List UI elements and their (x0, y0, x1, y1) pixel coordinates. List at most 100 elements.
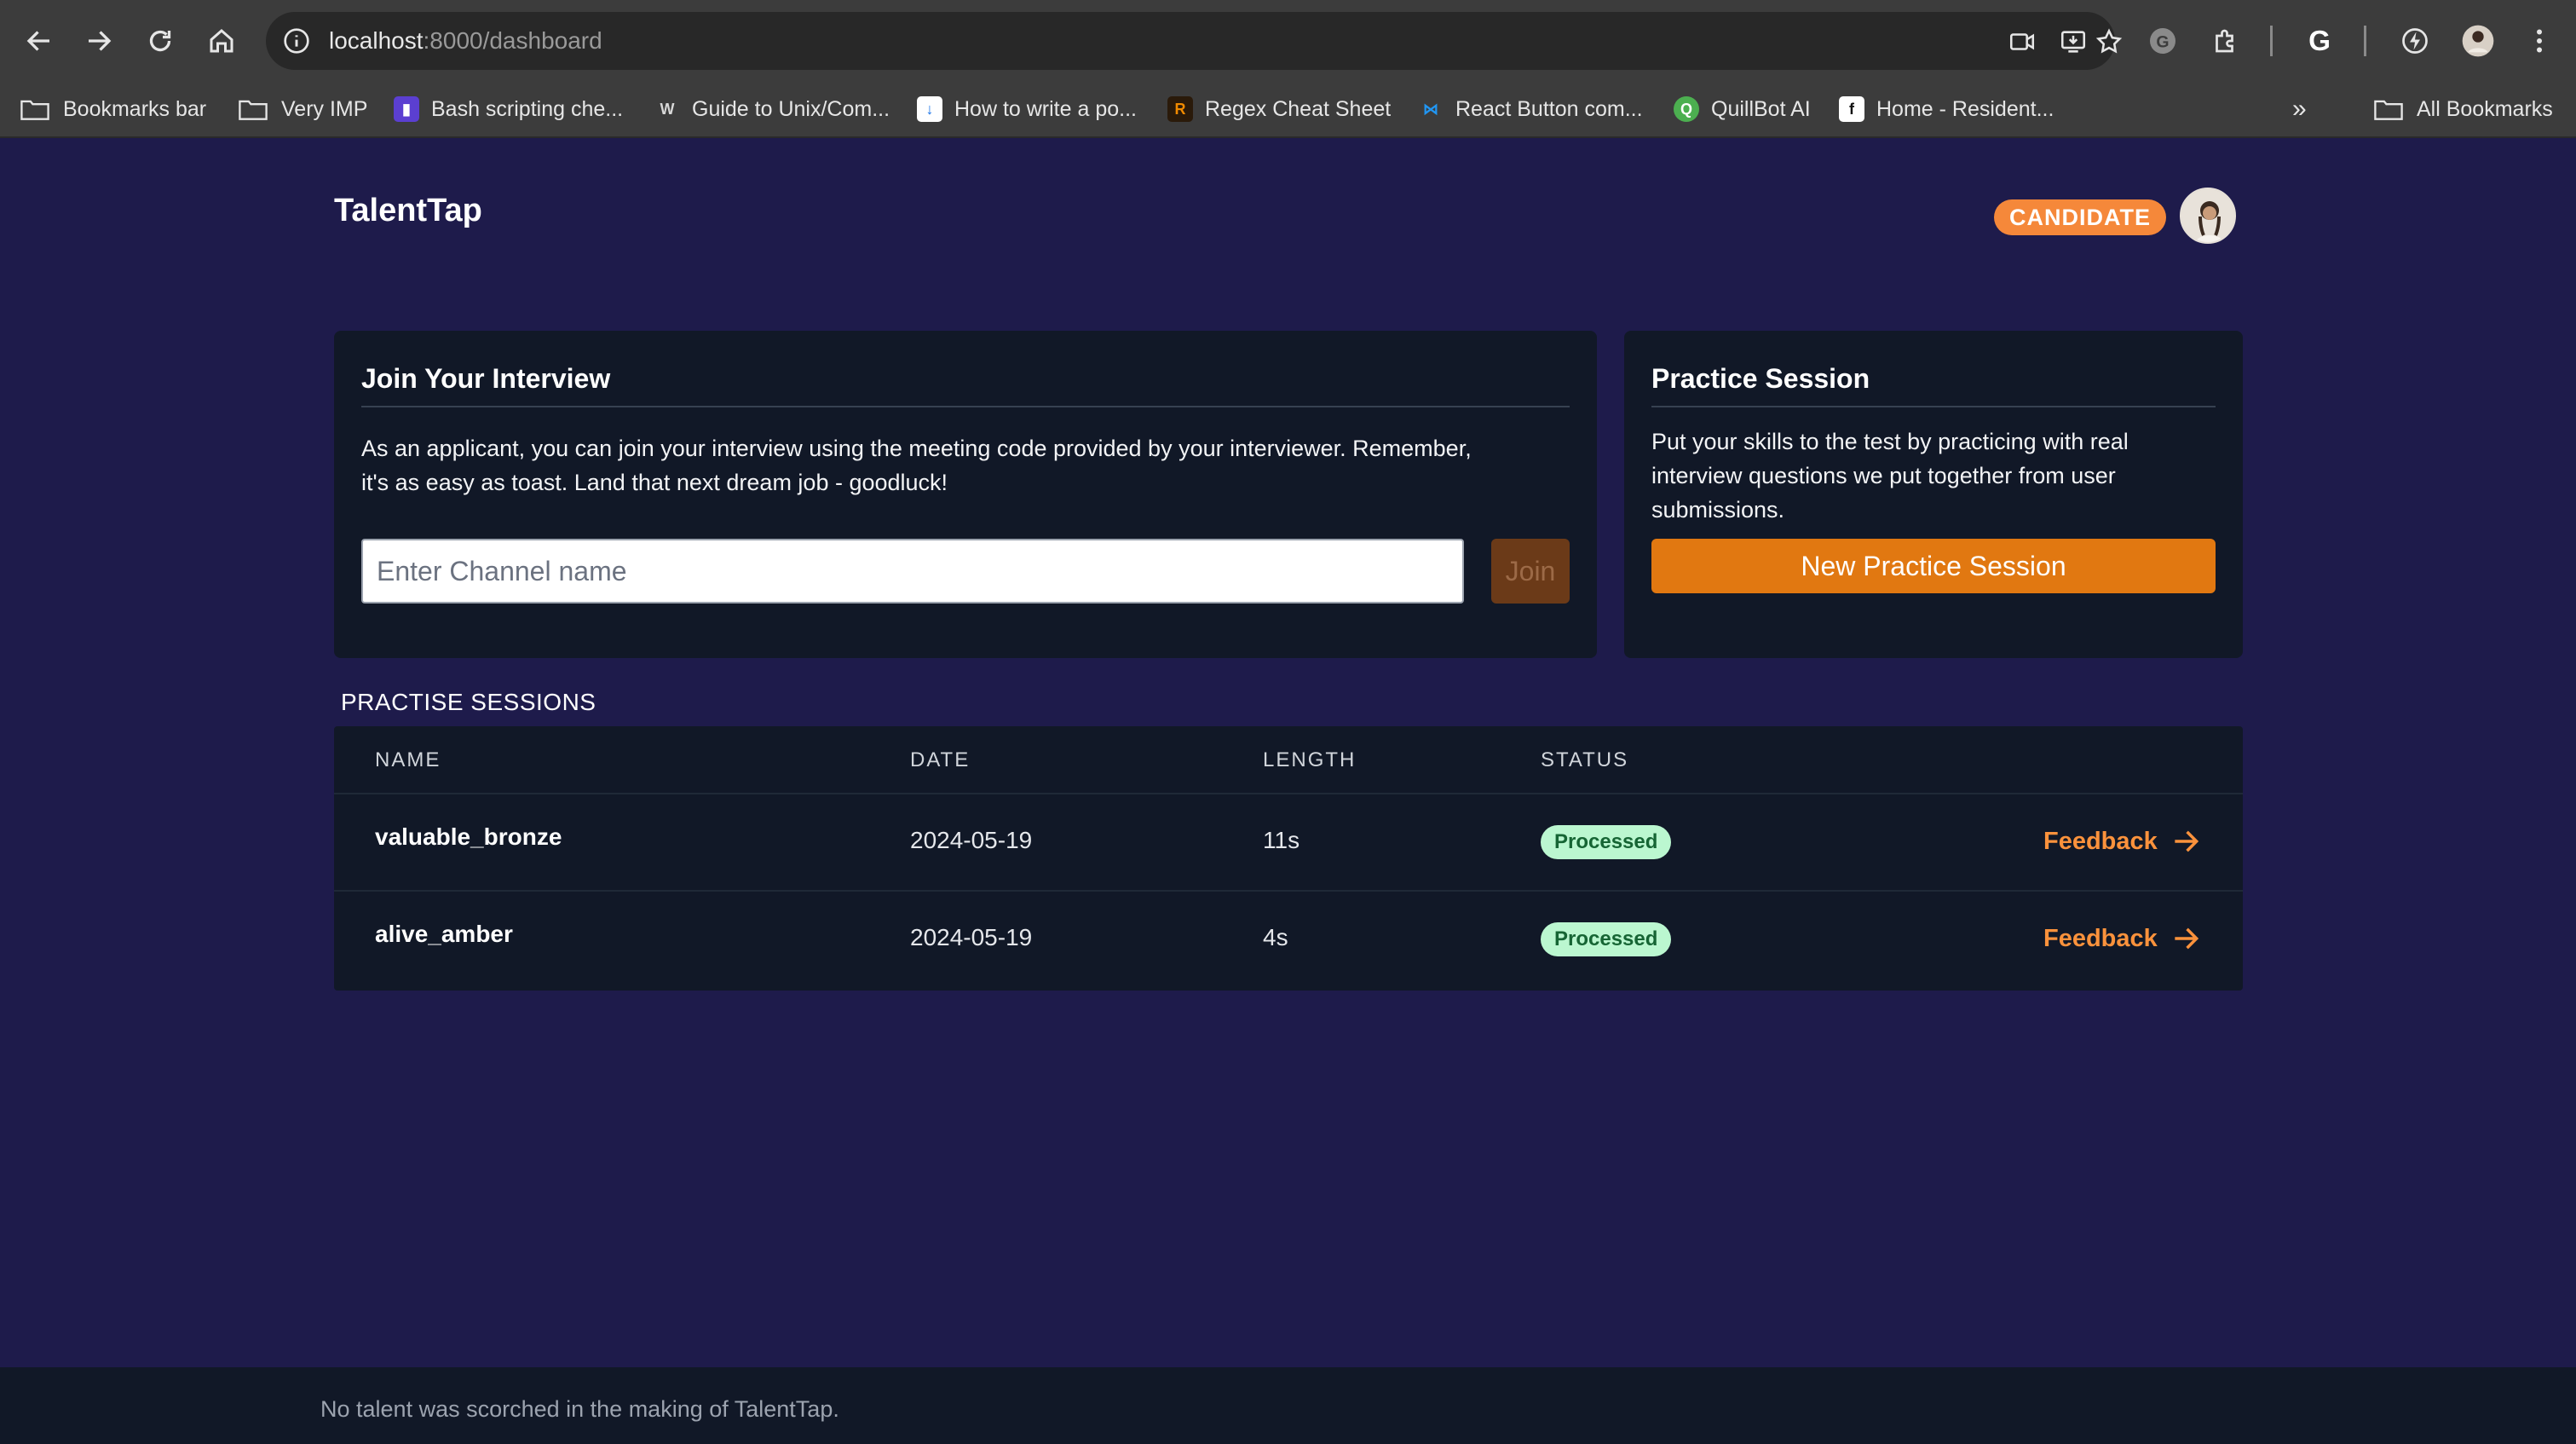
site-info-icon[interactable] (283, 27, 310, 55)
folder-icon (239, 100, 268, 120)
bash-favicon-icon: ▮ (394, 96, 419, 122)
feedback-link[interactable]: Feedback (2043, 922, 2202, 955)
column-header-date: DATE (910, 748, 971, 771)
bookmark-label: QuillBot AI (1711, 96, 1811, 121)
browser-toolbar: localhost:8000/dashboard G G (0, 0, 2576, 82)
bookmark-label: React Button com... (1455, 96, 1643, 121)
bookmark-label: Bash scripting che... (431, 96, 624, 121)
guide-favicon-icon: W (654, 96, 680, 122)
home-icon (210, 29, 233, 53)
react-favicon-icon: ⋈ (1418, 96, 1444, 122)
install-app-icon[interactable] (2059, 27, 2088, 56)
practice-card-description-line: submissions. (1651, 497, 1785, 523)
lightning-extension-icon[interactable] (2396, 22, 2434, 60)
regex-favicon-icon: R (1167, 96, 1193, 122)
howto-favicon-icon: ↓ (917, 96, 942, 122)
page-footer: No talent was scorched in the making of … (0, 1367, 2576, 1444)
dashboard-page: TalentTap CANDIDATE Join Your Interview … (0, 140, 2576, 1367)
bookmark-star-icon[interactable] (2095, 27, 2124, 56)
brand-logo[interactable]: TalentTap (334, 193, 482, 229)
folder-icon (20, 100, 49, 120)
user-avatar[interactable] (2180, 188, 2236, 244)
url-path: :8000/dashboard (423, 27, 602, 54)
join-card-description-line: As an applicant, you can join your inter… (361, 436, 1472, 461)
reload-button[interactable] (138, 19, 182, 63)
bookmark-label: Bookmarks bar (63, 96, 207, 121)
feedback-link[interactable]: Feedback (2043, 825, 2202, 858)
home-button[interactable] (199, 19, 244, 63)
practice-card-description: Put your skills to the test by practicin… (1651, 425, 2231, 527)
session-name: valuable_bronze (375, 823, 562, 850)
folder-icon (2374, 100, 2403, 120)
bookmark-item[interactable]: ⋈ React Button com... (1418, 82, 1643, 136)
toolbar-divider (2270, 26, 2273, 56)
session-length: 4s (1263, 924, 1288, 950)
all-bookmarks-label: All Bookmarks (2417, 96, 2553, 121)
bookmark-label: How to write a po... (954, 96, 1137, 121)
join-card-description-line: it's as easy as toast. Land that next dr… (361, 470, 948, 495)
practise-sessions-table: NAME DATE LENGTH STATUS valuable_bronze … (334, 726, 2243, 991)
session-date: 2024-05-19 (910, 827, 1033, 853)
column-header-status: STATUS (1541, 748, 1629, 771)
bookmark-item[interactable]: f Home - Resident... (1839, 82, 2054, 136)
bookmark-item[interactable]: Bookmarks bar (20, 82, 206, 136)
svg-text:G: G (2156, 33, 2169, 52)
session-length: 11s (1263, 827, 1300, 853)
reload-icon (149, 30, 171, 52)
feedback-label: Feedback (2043, 827, 2158, 855)
practice-card-description-line: interview questions we put together from… (1651, 463, 2116, 488)
status-badge: Processed (1541, 825, 1672, 859)
arrow-right-icon (2175, 927, 2199, 950)
profile-avatar-icon[interactable] (2459, 22, 2497, 60)
resident-favicon-icon: f (1839, 96, 1864, 122)
join-card-divider (361, 406, 1570, 407)
bookmark-item[interactable]: Very IMP (239, 82, 367, 136)
join-button[interactable]: Join (1491, 539, 1570, 604)
channel-name-input[interactable] (361, 539, 1464, 604)
session-date: 2024-05-19 (910, 924, 1033, 950)
bookmark-item[interactable]: Q QuillBot AI (1674, 82, 1811, 136)
forward-button[interactable] (77, 19, 121, 63)
chrome-menu-icon[interactable] (2521, 22, 2558, 60)
extensions-puzzle-icon[interactable] (2207, 22, 2245, 60)
bookmark-label: Guide to Unix/Com... (692, 96, 890, 121)
bookmark-item[interactable]: ↓ How to write a po... (917, 82, 1137, 136)
status-badge: Processed (1541, 922, 1672, 956)
new-practice-session-button[interactable]: New Practice Session (1651, 539, 2216, 593)
bookmark-label: Very IMP (281, 96, 368, 121)
bookmarks-bar: Bookmarks bar Very IMP ▮ Bash scripting … (0, 82, 2576, 138)
column-header-length: LENGTH (1263, 748, 1357, 771)
grammarly-extension-icon[interactable]: G (2144, 22, 2181, 60)
join-card-title: Join Your Interview (361, 363, 611, 394)
back-button[interactable] (17, 19, 61, 63)
quillbot-favicon-icon: Q (1674, 96, 1699, 122)
back-arrow-icon (26, 31, 49, 51)
column-header-name: NAME (375, 748, 441, 771)
url-host: localhost (329, 27, 424, 54)
bookmark-item[interactable]: W Guide to Unix/Com... (654, 82, 890, 136)
address-bar[interactable]: localhost:8000/dashboard (266, 12, 2123, 70)
practice-card-divider (1651, 406, 2216, 407)
practice-card-description-line: Put your skills to the test by practicin… (1651, 429, 2129, 454)
bookmark-label: Regex Cheat Sheet (1205, 96, 1392, 121)
session-name: alive_amber (375, 921, 513, 947)
feedback-label: Feedback (2043, 924, 2158, 952)
avatar-photo-icon (2181, 189, 2234, 242)
table-row: alive_amber 2024-05-19 4s Processed Feed… (334, 892, 2243, 989)
toolbar-divider (2364, 26, 2366, 56)
table-row: valuable_bronze 2024-05-19 11s Processed… (334, 794, 2243, 892)
url-text[interactable]: localhost:8000/dashboard (329, 12, 602, 70)
forward-arrow-icon (89, 31, 112, 51)
google-icon[interactable]: G (2301, 22, 2338, 60)
arrow-right-icon (2175, 830, 2199, 852)
practise-sessions-heading: PRACTISE SESSIONS (341, 689, 596, 715)
bookmark-item[interactable]: R Regex Cheat Sheet (1167, 82, 1391, 136)
double-chevron-icon: » (2292, 95, 2307, 123)
footer-text: No talent was scorched in the making of … (320, 1396, 839, 1422)
svg-text:G: G (2308, 26, 2331, 57)
bookmark-item[interactable]: ▮ Bash scripting che... (394, 82, 623, 136)
join-card-description: As an applicant, you can join your inter… (361, 431, 1588, 500)
all-bookmarks-button[interactable]: All Bookmarks (2374, 82, 2553, 136)
camera-icon[interactable] (2008, 27, 2037, 56)
bookmarks-overflow-button[interactable]: » (2292, 82, 2307, 136)
